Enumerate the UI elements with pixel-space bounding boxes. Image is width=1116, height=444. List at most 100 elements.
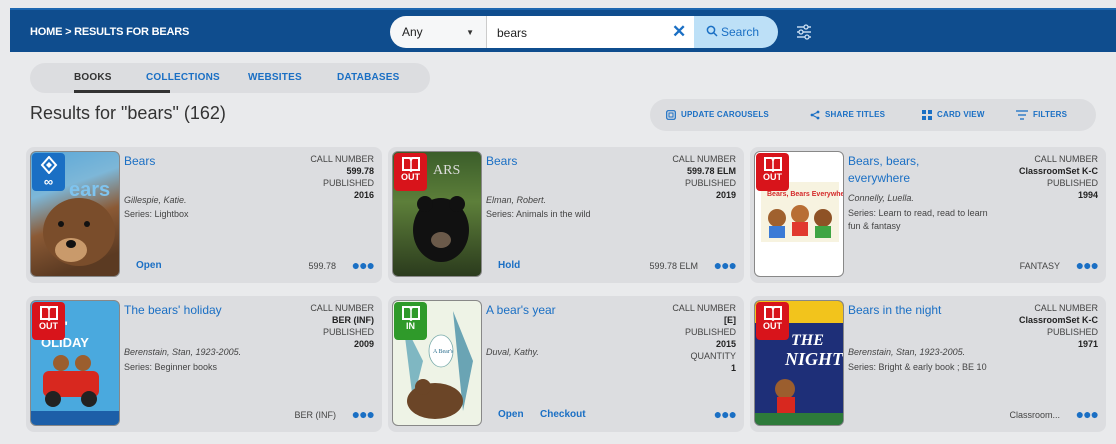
svg-text:NIGHT: NIGHT: [784, 349, 844, 369]
result-card[interactable]: RS'OLIDAY OUT The bears' holiday Berenst…: [26, 296, 382, 432]
call-number-block: CALL NUMBER 599.78 ELM PUBLISHED 2019: [672, 153, 736, 201]
svg-text:A Bear's: A Bear's: [433, 349, 454, 355]
call-number-short: FANTASY: [1019, 261, 1060, 271]
clear-search-icon[interactable]: ✕: [672, 22, 686, 42]
more-options-icon[interactable]: ●●●: [714, 257, 737, 273]
filters-button[interactable]: FILTERS: [1016, 110, 1067, 120]
more-options-icon[interactable]: ●●●: [352, 257, 375, 273]
advanced-search-icon[interactable]: [796, 23, 812, 41]
hold-button[interactable]: Hold: [498, 260, 520, 271]
title-link[interactable]: Bears, bears, everywhere: [848, 153, 968, 187]
result-type-tabs: BOOKS COLLECTIONS WEBSITES DATABASES: [30, 63, 430, 93]
author: Berenstain, Stan, 1923-2005.: [124, 347, 242, 357]
book-cover[interactable]: A Bear's IN: [392, 300, 482, 426]
author: Gillespie, Katie.: [124, 195, 187, 205]
search-scope-value: Any: [402, 25, 423, 39]
search-query: bears: [497, 26, 528, 40]
book-cover[interactable]: ARS OUT: [392, 151, 482, 277]
series: Series: Bright & early book ; BE 10: [848, 362, 987, 372]
more-options-icon[interactable]: ●●●: [1076, 257, 1099, 273]
svg-text:THE: THE: [791, 332, 824, 349]
quantity-label: QUANTITY: [690, 351, 736, 361]
call-number-label: CALL NUMBER: [672, 154, 736, 164]
status-badge: ∞: [32, 153, 65, 191]
published-label: PUBLISHED: [322, 178, 374, 188]
tab-websites[interactable]: WEBSITES: [248, 72, 302, 83]
grid-icon: [922, 110, 932, 120]
call-number-value: ClassroomSet K-C: [1018, 166, 1098, 176]
published-value: 2015: [715, 339, 736, 349]
result-card[interactable]: ears ∞ Bears Gillespie, Katie. Series: L…: [26, 147, 382, 283]
search-icon: [706, 25, 718, 37]
title-link[interactable]: Bears in the night: [848, 302, 998, 319]
tab-collections[interactable]: COLLECTIONS: [146, 72, 220, 83]
update-carousels-button[interactable]: UPDATE CAROUSELS: [666, 110, 769, 120]
book-cover[interactable]: ears ∞: [30, 151, 120, 277]
published-label: PUBLISHED: [684, 178, 736, 188]
search-input[interactable]: bears: [486, 16, 694, 48]
book-icon: [401, 157, 420, 172]
series: Series: Lightbox: [124, 209, 189, 219]
title-link[interactable]: The bears' holiday: [124, 302, 274, 319]
call-number-label: CALL NUMBER: [310, 154, 374, 164]
author: Elman, Robert.: [486, 195, 547, 205]
breadcrumb-separator: >: [65, 26, 72, 38]
result-card[interactable]: Bears, Bears Everywhere OUT Bears, bears…: [750, 147, 1106, 283]
tab-databases[interactable]: DATABASES: [337, 72, 400, 83]
author: Duval, Kathy.: [486, 347, 539, 357]
search-button[interactable]: Search: [694, 16, 778, 48]
active-tab-indicator: [74, 90, 170, 93]
book-cover[interactable]: RS'OLIDAY OUT: [30, 300, 120, 426]
published-label: PUBLISHED: [684, 327, 736, 337]
author: Berenstain, Stan, 1923-2005.: [848, 347, 966, 357]
search-button-label: Search: [721, 25, 760, 39]
book-icon: [763, 306, 782, 321]
call-number-value: [E]: [724, 315, 736, 325]
call-number-short: Classroom...: [1009, 410, 1060, 420]
call-number-short: 599.78 ELM: [649, 261, 698, 271]
carousel-icon: [666, 110, 676, 120]
results-action-bar: UPDATE CAROUSELS SHARE TITLES CARD VIEW …: [650, 99, 1096, 131]
title-link[interactable]: Bears: [124, 153, 274, 170]
result-card[interactable]: A Bear's IN A bear's year Duval, Kathy. …: [388, 296, 744, 432]
title-link[interactable]: A bear's year: [486, 302, 636, 319]
status-label: OUT: [401, 172, 420, 182]
svg-text:ears: ears: [69, 179, 110, 201]
share-icon: [810, 110, 820, 120]
title-link[interactable]: Bears: [486, 153, 636, 170]
update-carousels-label: UPDATE CAROUSELS: [681, 110, 769, 120]
open-button[interactable]: Open: [136, 260, 162, 271]
search-scope-select[interactable]: Any ▼: [390, 16, 486, 48]
call-number-value: 599.78 ELM: [686, 166, 736, 176]
open-button[interactable]: Open: [498, 409, 524, 420]
call-number-short: BER (INF): [294, 410, 337, 420]
share-titles-button[interactable]: SHARE TITLES: [810, 110, 885, 120]
checkout-button[interactable]: Checkout: [540, 409, 586, 420]
result-card[interactable]: THE NIGHT OUT Bears in the night Berensta…: [750, 296, 1106, 432]
filter-icon: [1016, 110, 1028, 120]
status-badge: OUT: [756, 302, 789, 340]
more-options-icon[interactable]: ●●●: [352, 406, 375, 422]
more-options-icon[interactable]: ●●●: [1076, 406, 1099, 422]
breadcrumb-home[interactable]: HOME: [30, 26, 62, 38]
series: Series: Learn to read, read to learn fun…: [848, 208, 988, 231]
published-value: 2009: [353, 339, 374, 349]
card-view-label: CARD VIEW: [937, 110, 985, 120]
tab-books[interactable]: BOOKS: [74, 72, 112, 83]
result-card[interactable]: ARS OUT Bears Elman, Robert. Series: Ani…: [388, 147, 744, 283]
breadcrumb-current: RESULTS FOR BEARS: [74, 26, 190, 38]
card-view-button[interactable]: CARD VIEW: [922, 110, 985, 120]
svg-text:Bears, Bears Everywhere: Bears, Bears Everywhere: [767, 191, 844, 198]
status-label: IN: [406, 321, 415, 331]
book-cover[interactable]: Bears, Bears Everywhere OUT: [754, 151, 844, 277]
call-number-label: CALL NUMBER: [1034, 154, 1098, 164]
book-cover[interactable]: THE NIGHT OUT: [754, 300, 844, 426]
call-number-block: CALL NUMBER ClassroomSet K-C PUBLISHED 1…: [1019, 153, 1098, 201]
call-number-value: ClassroomSet K-C: [1018, 315, 1098, 325]
book-icon: [39, 306, 58, 321]
published-label: PUBLISHED: [1046, 327, 1098, 337]
call-number-label: CALL NUMBER: [310, 303, 374, 313]
status-badge: OUT: [756, 153, 789, 191]
more-options-icon[interactable]: ●●●: [714, 406, 737, 422]
ebook-icon: [40, 156, 57, 174]
